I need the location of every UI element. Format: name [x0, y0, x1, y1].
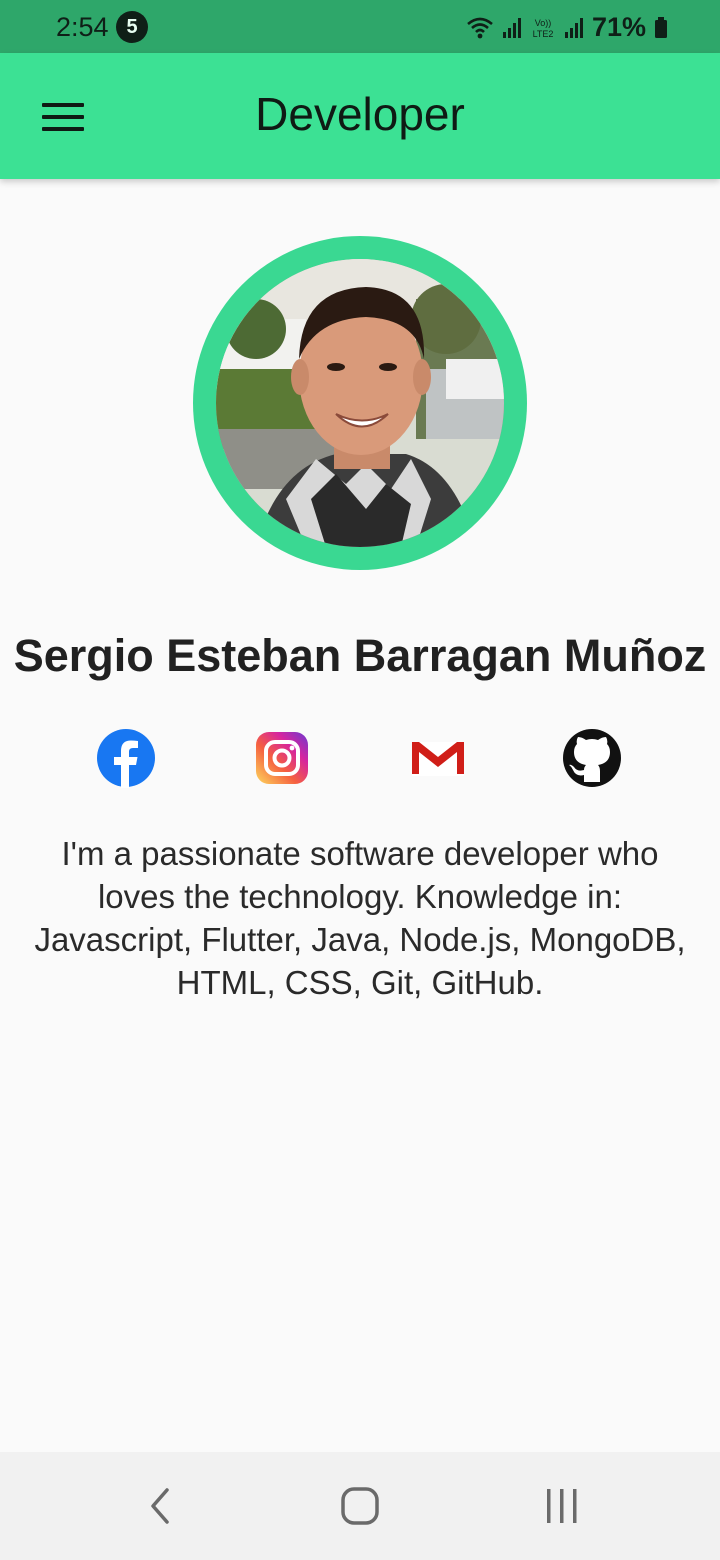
page-title: Developer	[255, 88, 465, 140]
notification-count-badge: 5	[116, 11, 148, 43]
instagram-icon[interactable]	[252, 728, 312, 788]
wifi-icon	[467, 17, 493, 38]
status-time: 2:54	[56, 12, 109, 42]
avatar-photo	[216, 259, 504, 547]
status-bar: 2:54 5 Vo)) LTE2 71%	[0, 0, 720, 53]
developer-name: Sergio Esteban Barragan Muñoz	[13, 630, 707, 681]
back-button[interactable]	[130, 1480, 190, 1532]
avatar	[216, 259, 504, 547]
back-icon	[151, 1488, 169, 1524]
signal-icon	[564, 17, 583, 38]
system-nav-bar	[0, 1452, 720, 1560]
home-icon	[341, 1487, 379, 1525]
recents-icon	[547, 1489, 577, 1523]
signal-icon	[502, 17, 521, 38]
battery-percent: 71%	[591, 12, 646, 42]
bio-text: I'm a passionate software developer who …	[34, 835, 686, 1001]
recents-button[interactable]	[532, 1480, 592, 1532]
github-icon[interactable]	[562, 728, 622, 788]
battery-icon	[655, 16, 667, 38]
app-bar: Developer	[0, 53, 720, 179]
facebook-icon[interactable]	[96, 728, 156, 788]
svg-text:LTE2: LTE2	[533, 29, 554, 39]
avatar-ring	[193, 236, 527, 570]
social-links	[0, 728, 720, 788]
home-button[interactable]	[330, 1480, 390, 1532]
status-icons: Vo)) LTE2 71%	[466, 12, 668, 43]
screen: 2:54 5 Vo)) LTE2 71% Developer Sergio Es…	[0, 0, 720, 1560]
volte-icon: Vo)) LTE2	[533, 18, 554, 39]
gmail-icon[interactable]	[408, 728, 468, 788]
svg-text:Vo)): Vo))	[535, 18, 552, 28]
